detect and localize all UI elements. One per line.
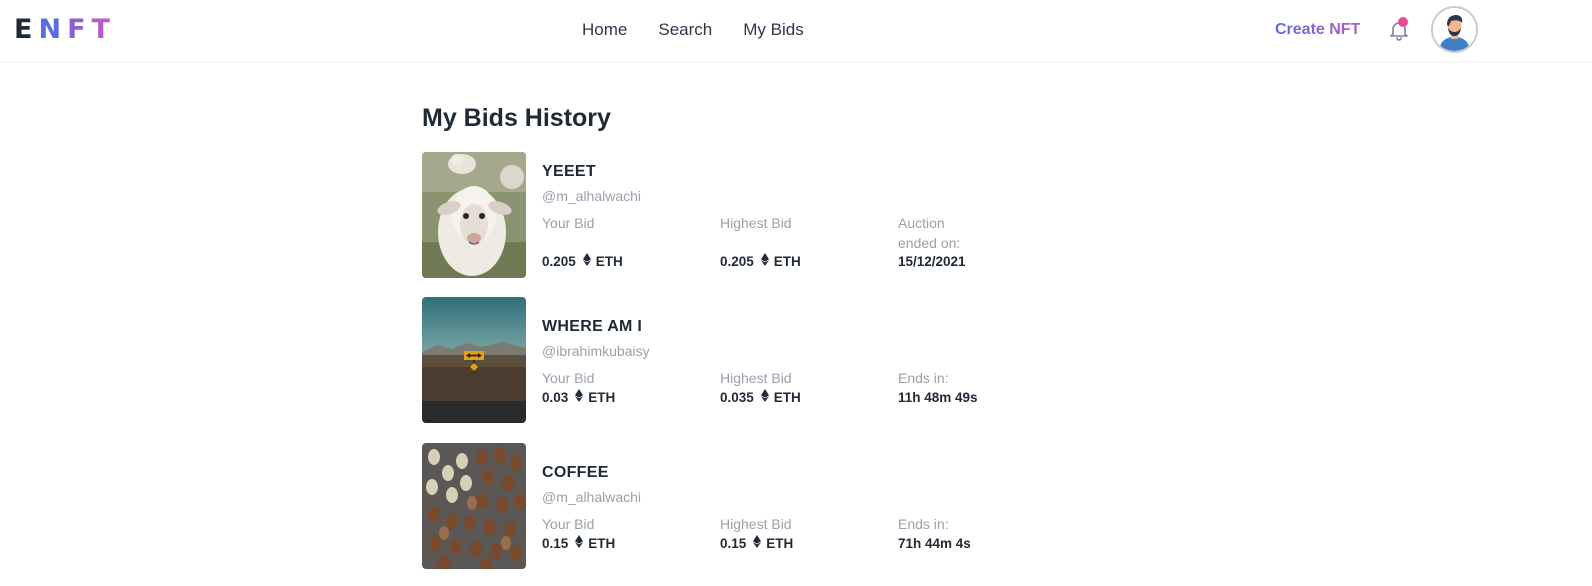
nav-search-link[interactable]: Search [658,19,712,41]
currency-label: ETH [588,536,616,551]
ethereum-icon [575,389,584,407]
highest-bid-value: 0.035 ETH [720,389,801,407]
highest-bid-amount: 0.205 [720,254,754,269]
page-title: My Bids History [422,104,611,132]
bid-item: COFFEE @m_alhalwachi Your Bid 0.15 ETH H… [422,443,1022,569]
your-bid-amount: 0.205 [542,254,576,269]
auction-status-value: 71h 44m 4s [898,536,971,551]
user-avatar[interactable] [1431,6,1478,53]
nft-thumbnail[interactable] [422,443,526,569]
highest-bid-label: Highest Bid [720,516,792,532]
currency-label: ETH [773,390,801,405]
your-bid-value: 0.03 ETH [542,389,615,407]
your-bid-label: Your Bid [542,215,595,231]
highest-bid-value: 0.15 ETH [720,535,793,553]
nft-name[interactable]: YEEET [542,162,596,182]
nft-thumbnail[interactable] [422,152,526,278]
auction-status-value: 11h 48m 49s [898,390,978,405]
nft-name[interactable]: WHERE AM I [542,317,642,337]
logo-letter-f: F [67,14,92,45]
create-nft-link[interactable]: Create NFT [1275,20,1360,40]
currency-label: ETH [766,536,794,551]
auction-status-label: Ends in: [898,370,949,386]
nft-owner-handle[interactable]: @m_alhalwachi [542,187,641,205]
notification-dot [1398,17,1408,27]
bid-item: WHERE AM I @ibrahimkubaisy Your Bid 0.03… [422,297,1022,423]
your-bid-value: 0.205 ETH [542,253,623,271]
nft-owner-handle[interactable]: @m_alhalwachi [542,488,641,506]
bid-item: YEEET @m_alhalwachi Your Bid 0.205 ETH H… [422,152,1022,278]
main-nav: Home Search My Bids [582,19,804,41]
ethereum-icon [753,535,762,553]
navbar: E N F T Home Search My Bids Create NFT [0,0,1592,62]
logo-letter-t: T [91,14,116,45]
auction-status-label: Ends in: [898,516,949,532]
highest-bid-label: Highest Bid [720,215,792,231]
ethereum-icon [760,253,769,271]
nav-home-link[interactable]: Home [582,19,627,41]
highest-bid-label: Highest Bid [720,370,792,386]
currency-label: ETH [773,254,801,269]
auction-status-label: Auction ended on: [898,215,961,251]
your-bid-label: Your Bid [542,370,595,386]
your-bid-label: Your Bid [542,516,595,532]
nft-owner-handle[interactable]: @ibrahimkubaisy [542,342,650,360]
ethereum-icon [582,253,591,271]
highest-bid-value: 0.205 ETH [720,253,801,271]
nav-my-bids-link[interactable]: My Bids [743,19,803,41]
nft-thumbnail[interactable] [422,297,526,423]
ethereum-icon [760,389,769,407]
highest-bid-amount: 0.035 [720,390,754,405]
your-bid-amount: 0.15 [542,536,569,551]
highest-bid-amount: 0.15 [720,536,747,551]
logo-letter-e: E [14,14,39,45]
your-bid-value: 0.15 ETH [542,535,615,553]
auction-status-value: 15/12/2021 [898,254,966,269]
logo[interactable]: E N F T [14,14,116,46]
currency-label: ETH [595,254,623,269]
logo-letter-n: N [38,14,68,45]
your-bid-amount: 0.03 [542,390,569,405]
currency-label: ETH [588,390,616,405]
ethereum-icon [575,535,584,553]
nft-name[interactable]: COFFEE [542,463,609,483]
